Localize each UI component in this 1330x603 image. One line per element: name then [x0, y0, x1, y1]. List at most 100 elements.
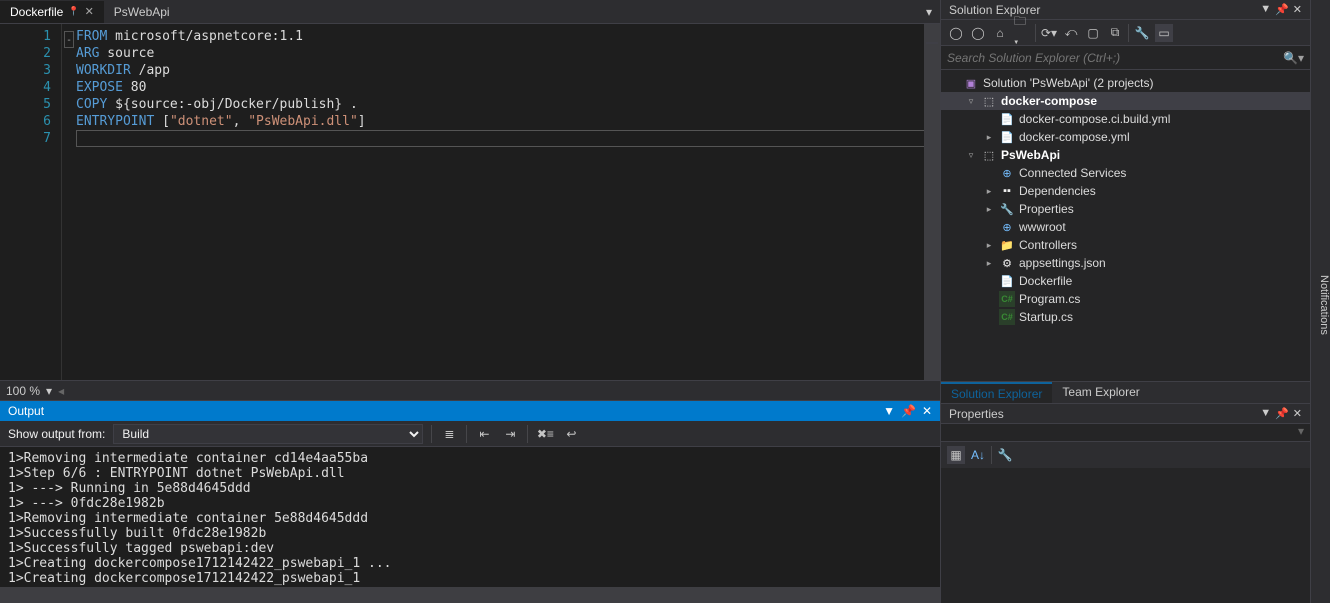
code-line[interactable]: FROM microsoft/aspnetcore:1.1 — [76, 28, 940, 45]
expand-icon[interactable]: ▿ — [965, 150, 977, 161]
close-icon[interactable]: ✕ — [1293, 3, 1302, 16]
refresh-icon[interactable]: ⟳▾ — [1040, 24, 1058, 42]
dropdown-icon[interactable]: ▼ — [1260, 3, 1271, 16]
solution-explorer-search[interactable]: 🔍▾ — [941, 46, 1310, 70]
tree-row[interactable]: ▣Solution 'PsWebApi' (2 projects) — [941, 74, 1310, 92]
next-icon[interactable]: ⇥ — [501, 425, 519, 443]
forward-icon[interactable]: ◯ — [969, 24, 987, 42]
code-body[interactable]: FROM microsoft/aspnetcore:1.1ARG sourceW… — [76, 24, 940, 380]
close-icon[interactable]: ✕ — [85, 5, 94, 18]
tree-row[interactable]: ▸📁Controllers — [941, 236, 1310, 254]
show-all-icon[interactable]: ▢ — [1084, 24, 1102, 42]
tree-row[interactable]: C#Program.cs — [941, 290, 1310, 308]
code-editor[interactable]: 1234567 - FROM microsoft/aspnetcore:1.1A… — [0, 24, 940, 380]
expand-icon[interactable]: ▸ — [983, 258, 995, 269]
home-icon[interactable]: ⌂ — [991, 24, 1009, 42]
back-icon[interactable]: ◯ — [947, 24, 965, 42]
fold-column[interactable]: - — [62, 24, 76, 380]
tree-row[interactable]: ▿⬚docker-compose — [941, 92, 1310, 110]
tree-row[interactable]: ▸📄docker-compose.yml — [941, 128, 1310, 146]
solution-tree[interactable]: ▣Solution 'PsWebApi' (2 projects)▿⬚docke… — [941, 70, 1310, 381]
fold-toggle-icon[interactable]: - — [64, 31, 74, 48]
code-line[interactable]: COPY ${source:-obj/Docker/publish} . — [76, 96, 940, 113]
tree-row[interactable]: C#Startup.cs — [941, 308, 1310, 326]
tree-row[interactable]: ⊕wwwroot — [941, 218, 1310, 236]
document-tab[interactable]: Dockerfile📍✕ — [0, 1, 104, 23]
split-handle-icon[interactable] — [926, 42, 938, 44]
expand-icon[interactable]: ▸ — [983, 132, 995, 143]
props-dropdown-row[interactable]: ▾ — [941, 424, 1310, 442]
vertical-scrollbar[interactable] — [924, 24, 940, 380]
copy-icon[interactable]: ⧉ — [1106, 24, 1124, 42]
output-line: 1>Removing intermediate container 5e88d4… — [8, 511, 932, 526]
output-line: 1>Creating dockercompose1712142422_psweb… — [8, 556, 932, 571]
solution-explorer-title-bar[interactable]: Solution Explorer ▼ 📌 ✕ — [941, 0, 1310, 20]
code-line[interactable]: EXPOSE 80 — [76, 79, 940, 96]
expand-icon[interactable]: ▸ — [983, 186, 995, 197]
preview-icon[interactable]: ▭ — [1155, 24, 1173, 42]
prev-icon[interactable]: ⇤ — [475, 425, 493, 443]
horizontal-scrollbar[interactable] — [0, 587, 940, 603]
code-line[interactable] — [76, 130, 940, 147]
output-title-bar[interactable]: Output ▼ 📌 ✕ — [0, 401, 940, 421]
properties-title-bar[interactable]: Properties ▼ 📌 ✕ — [941, 404, 1310, 424]
tree-row[interactable]: ▸▪▪Dependencies — [941, 182, 1310, 200]
tabs-overflow-icon[interactable]: ▾ — [926, 5, 940, 19]
tab-label: PsWebApi — [114, 5, 170, 19]
pin-icon[interactable]: 📌 — [1275, 3, 1289, 16]
properties-panel: Properties ▼ 📌 ✕ ▾ ▦ A↓ 🔧 — [941, 403, 1310, 603]
document-tab[interactable]: PsWebApi — [104, 1, 180, 23]
properties-icon[interactable]: 🔧 — [1133, 24, 1151, 42]
output-source-select[interactable]: Build — [113, 424, 423, 444]
tree-label: Properties — [1019, 202, 1074, 216]
expand-icon[interactable]: ▿ — [965, 96, 977, 107]
zoom-dropdown-icon[interactable]: ▾ — [46, 384, 52, 398]
editor-area: Dockerfile📍✕PsWebApi ▾ 1234567 - FROM mi… — [0, 0, 940, 603]
code-line[interactable]: WORKDIR /app — [76, 62, 940, 79]
dropdown-icon[interactable]: ▼ — [883, 404, 895, 418]
tree-label: Solution 'PsWebApi' (2 projects) — [983, 76, 1153, 90]
code-line[interactable]: ENTRYPOINT ["dotnet", "PsWebApi.dll"] — [76, 113, 940, 130]
find-message-icon[interactable]: ≣ — [440, 425, 458, 443]
expand-icon[interactable]: ▸ — [983, 240, 995, 251]
output-panel: Output ▼ 📌 ✕ Show output from: Build ≣ ⇤… — [0, 400, 940, 587]
sync-icon[interactable]: 🗀▾ — [1013, 24, 1031, 42]
close-icon[interactable]: ✕ — [1293, 407, 1302, 420]
notifications-label: Notifications — [1318, 275, 1330, 335]
tree-label: Startup.cs — [1019, 310, 1073, 324]
properties-title: Properties — [949, 407, 1004, 421]
notifications-strip[interactable]: Notifications — [1310, 0, 1330, 603]
output-content[interactable]: 1>Removing intermediate container cd14e4… — [0, 447, 940, 587]
dropdown-icon[interactable]: ▼ — [1260, 407, 1271, 420]
close-icon[interactable]: ✕ — [922, 404, 932, 418]
wrench-icon[interactable]: 🔧 — [996, 446, 1014, 464]
output-line: 1>Step 6/6 : ENTRYPOINT dotnet PsWebApi.… — [8, 466, 932, 481]
pin-icon[interactable]: 📌 — [1275, 407, 1289, 420]
tree-row[interactable]: 📄docker-compose.ci.build.yml — [941, 110, 1310, 128]
panel-tab[interactable]: Team Explorer — [1052, 382, 1149, 403]
tree-row[interactable]: ▿⬚PsWebApi — [941, 146, 1310, 164]
alphabetical-icon[interactable]: A↓ — [969, 446, 987, 464]
categorized-icon[interactable]: ▦ — [947, 446, 965, 464]
tree-row[interactable]: 📄Dockerfile — [941, 272, 1310, 290]
properties-toolbar: ▦ A↓ 🔧 — [941, 442, 1310, 468]
pin-icon[interactable]: 📍 — [68, 6, 79, 17]
tree-row[interactable]: ▸🔧Properties — [941, 200, 1310, 218]
tree-label: Program.cs — [1019, 292, 1080, 306]
pin-icon[interactable]: 📌 — [901, 404, 916, 418]
collapse-icon[interactable]: ⤺ — [1062, 24, 1080, 42]
tree-label: PsWebApi — [1001, 148, 1060, 162]
clear-icon[interactable]: ✖≡ — [536, 425, 554, 443]
search-input[interactable] — [947, 51, 1283, 65]
document-tabs: Dockerfile📍✕PsWebApi ▾ — [0, 0, 940, 24]
tree-label: docker-compose.ci.build.yml — [1019, 112, 1170, 126]
search-icon[interactable]: 🔍▾ — [1283, 51, 1304, 65]
output-toolbar: Show output from: Build ≣ ⇤ ⇥ ✖≡ ↩ — [0, 421, 940, 447]
panel-tab[interactable]: Solution Explorer — [941, 382, 1052, 403]
wrap-icon[interactable]: ↩ — [562, 425, 580, 443]
tree-row[interactable]: ⊕Connected Services — [941, 164, 1310, 182]
code-line[interactable]: ARG source — [76, 45, 940, 62]
output-line: 1>Removing intermediate container cd14e4… — [8, 451, 932, 466]
expand-icon[interactable]: ▸ — [983, 204, 995, 215]
tree-row[interactable]: ▸⚙appsettings.json — [941, 254, 1310, 272]
